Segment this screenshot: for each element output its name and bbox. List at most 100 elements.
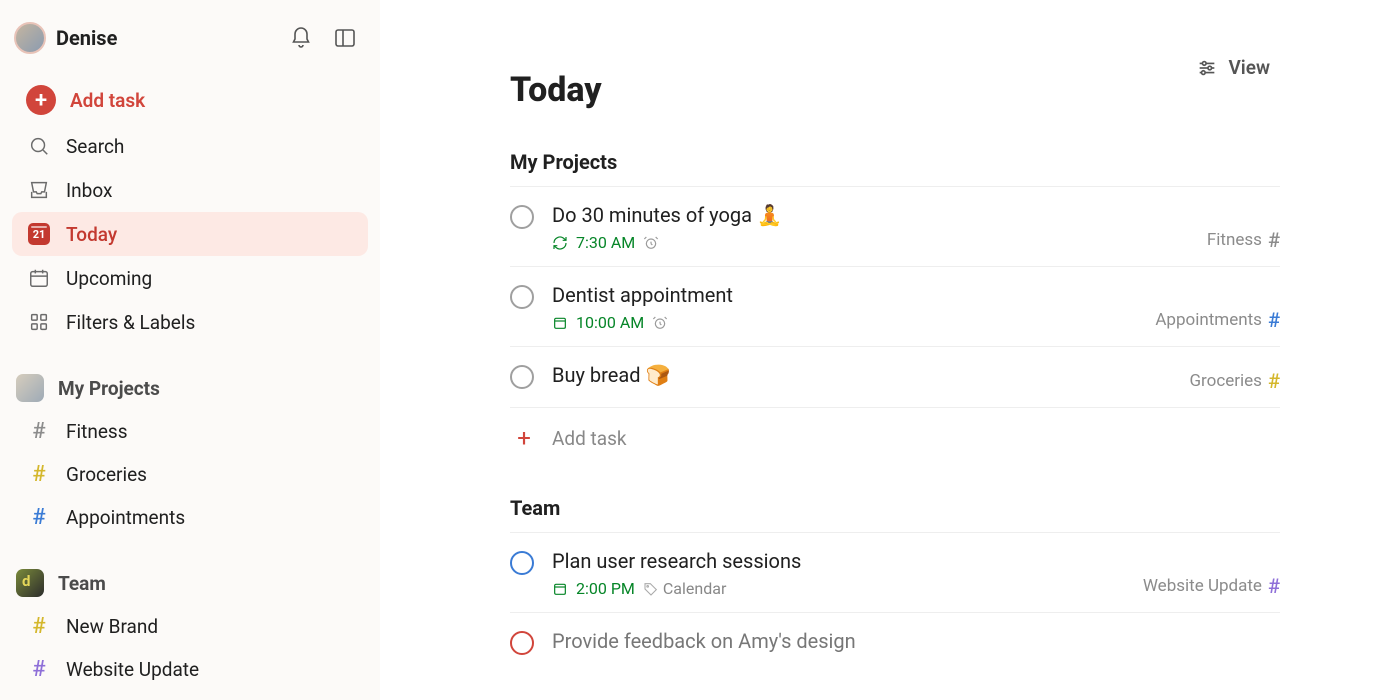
- hash-icon: #: [26, 505, 52, 530]
- page-title: Today: [510, 70, 1280, 110]
- task-time: 2:00 PM: [576, 579, 635, 598]
- task-project-label: Groceries: [1189, 371, 1261, 391]
- recurring-icon: [552, 235, 568, 251]
- task-title: Plan user research sessions: [552, 549, 1125, 573]
- project-groceries[interactable]: # Groceries: [12, 453, 368, 496]
- collapse-sidebar-icon[interactable]: [332, 25, 358, 51]
- hash-icon: #: [1268, 308, 1280, 332]
- nav-filters[interactable]: Filters & Labels: [12, 300, 368, 344]
- task-checkbox[interactable]: [510, 551, 534, 575]
- group-title: Team: [510, 496, 1280, 530]
- task-time: 10:00 AM: [576, 313, 644, 332]
- hash-icon: #: [1268, 574, 1280, 598]
- task-title: Provide feedback on Amy's design: [552, 629, 1280, 653]
- nav-list: + Add task Search Inbox 21 Today Upcomi: [12, 76, 368, 344]
- search-icon: [26, 133, 52, 159]
- alarm-icon: [652, 315, 668, 331]
- task-row[interactable]: Buy bread 🍞 Groceries #: [510, 346, 1280, 407]
- projects-personal: # Fitness # Groceries # Appointments: [12, 410, 368, 539]
- project-label: Fitness: [66, 420, 128, 443]
- nav-upcoming[interactable]: Upcoming: [12, 256, 368, 300]
- profile-name: Denise: [56, 26, 117, 50]
- nav-inbox[interactable]: Inbox: [12, 168, 368, 212]
- task-body: Buy bread 🍞: [552, 363, 1171, 387]
- add-task-inline[interactable]: + Add task: [510, 407, 1280, 468]
- add-task-label: Add task: [70, 89, 145, 112]
- task-project-link[interactable]: Website Update #: [1143, 568, 1280, 598]
- task-row[interactable]: Plan user research sessions 2:00 PM Cale…: [510, 532, 1280, 612]
- nav-label: Filters & Labels: [66, 311, 195, 334]
- hash-icon: #: [26, 462, 52, 487]
- task-meta: 2:00 PM Calendar: [552, 579, 1125, 598]
- projects-team: # New Brand # Website Update: [12, 605, 368, 691]
- section-title: My Projects: [58, 377, 160, 400]
- project-fitness[interactable]: # Fitness: [12, 410, 368, 453]
- task-title: Buy bread 🍞: [552, 363, 1171, 387]
- nav-today[interactable]: 21 Today: [12, 212, 368, 256]
- task-body: Provide feedback on Amy's design: [552, 629, 1280, 653]
- task-row[interactable]: Dentist appointment 10:00 AM Appointment…: [510, 266, 1280, 346]
- sidebar-header: Denise: [12, 18, 368, 76]
- task-list-team: Plan user research sessions 2:00 PM Cale…: [510, 532, 1280, 669]
- sidebar-header-icons: [288, 25, 358, 51]
- task-project-link[interactable]: Appointments #: [1155, 302, 1280, 332]
- project-website-update[interactable]: # Website Update: [12, 648, 368, 691]
- date-icon: [552, 315, 568, 331]
- nav-label: Search: [66, 135, 124, 158]
- sliders-icon: [1196, 57, 1218, 79]
- avatar: [14, 22, 46, 54]
- alarm-icon: [643, 235, 659, 251]
- task-project-label: Appointments: [1155, 310, 1262, 330]
- hash-icon: #: [1268, 228, 1280, 252]
- group-title: My Projects: [510, 150, 1280, 184]
- project-label: Groceries: [66, 463, 147, 486]
- task-body: Plan user research sessions 2:00 PM Cale…: [552, 549, 1125, 598]
- task-time: 7:30 AM: [576, 233, 635, 252]
- add-task-button[interactable]: + Add task: [12, 76, 368, 124]
- today-icon: 21: [26, 221, 52, 247]
- add-task-label: Add task: [552, 427, 627, 450]
- profile-menu[interactable]: Denise: [14, 22, 127, 54]
- project-label: Appointments: [66, 506, 185, 529]
- task-row[interactable]: Provide feedback on Amy's design: [510, 612, 1280, 669]
- task-project-label: Website Update: [1143, 576, 1262, 596]
- grid-icon: [26, 309, 52, 335]
- hash-icon: #: [26, 657, 52, 682]
- nav-search[interactable]: Search: [12, 124, 368, 168]
- task-row[interactable]: Do 30 minutes of yoga 🧘 7:30 AM Fitness …: [510, 186, 1280, 266]
- sidebar: Denise + Add task Search: [0, 0, 380, 700]
- project-appointments[interactable]: # Appointments: [12, 496, 368, 539]
- date-icon: [552, 581, 568, 597]
- hash-icon: #: [26, 614, 52, 639]
- task-list-my-projects: Do 30 minutes of yoga 🧘 7:30 AM Fitness …: [510, 186, 1280, 407]
- notifications-icon[interactable]: [288, 25, 314, 51]
- calendar-tag-label: Calendar: [663, 579, 726, 598]
- nav-label: Today: [66, 223, 117, 246]
- hash-icon: #: [26, 419, 52, 444]
- calendar-badge: 21: [28, 223, 50, 245]
- section-title: Team: [58, 572, 106, 595]
- task-meta: 10:00 AM: [552, 313, 1137, 332]
- view-button[interactable]: View: [1196, 56, 1270, 79]
- task-checkbox[interactable]: [510, 365, 534, 389]
- calendar-tag: Calendar: [643, 579, 726, 598]
- task-checkbox[interactable]: [510, 631, 534, 655]
- plus-icon: +: [26, 85, 56, 115]
- task-project-label: Fitness: [1207, 230, 1262, 250]
- plus-icon: +: [512, 424, 536, 452]
- inbox-icon: [26, 177, 52, 203]
- task-checkbox[interactable]: [510, 285, 534, 309]
- workspace-avatar: [16, 374, 44, 402]
- view-label: View: [1228, 56, 1270, 79]
- task-body: Do 30 minutes of yoga 🧘 7:30 AM: [552, 203, 1189, 252]
- workspace-avatar: [16, 569, 44, 597]
- task-title: Dentist appointment: [552, 283, 1137, 307]
- section-my-projects[interactable]: My Projects: [12, 344, 368, 410]
- task-project-link[interactable]: Fitness #: [1207, 222, 1280, 252]
- section-team[interactable]: Team: [12, 539, 368, 605]
- task-checkbox[interactable]: [510, 205, 534, 229]
- project-new-brand[interactable]: # New Brand: [12, 605, 368, 648]
- nav-label: Inbox: [66, 179, 112, 202]
- task-title: Do 30 minutes of yoga 🧘: [552, 203, 1189, 227]
- task-project-link[interactable]: Groceries #: [1189, 363, 1280, 393]
